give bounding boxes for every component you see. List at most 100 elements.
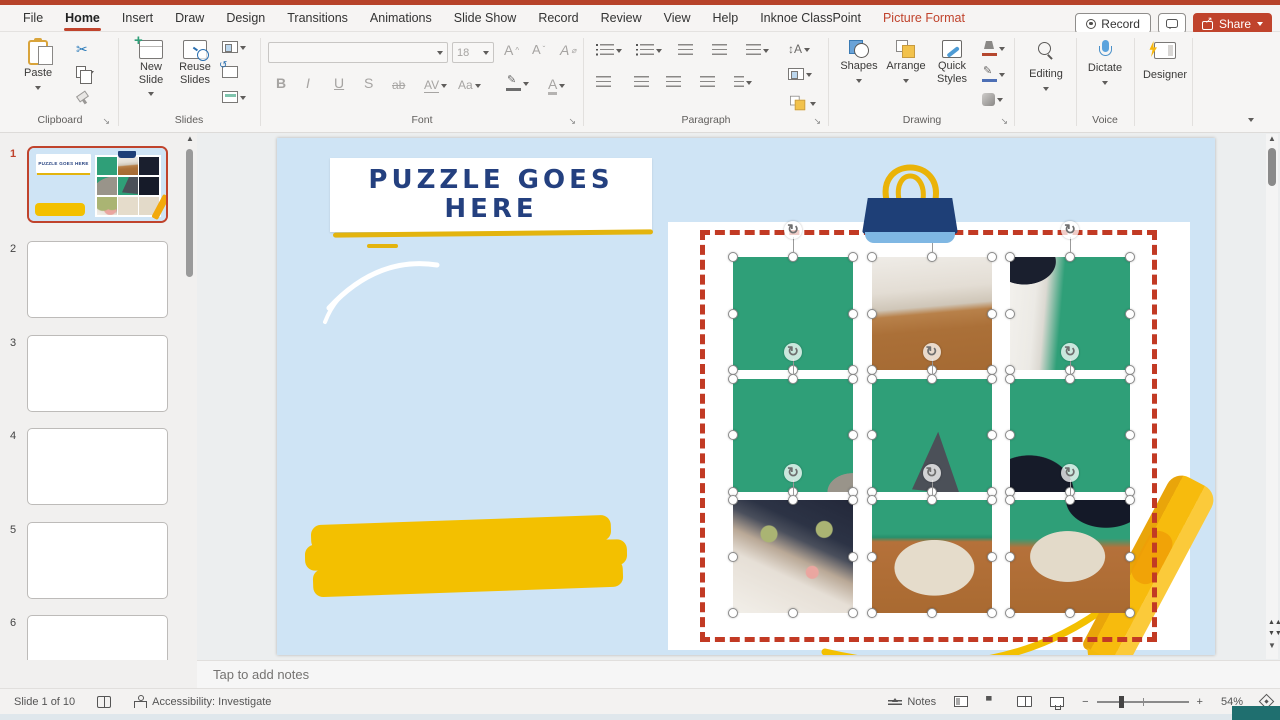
drawing-dialog-launcher[interactable]: ↘ [1000,116,1008,127]
slide-thumbnail-3[interactable] [27,335,168,412]
selection-handle[interactable] [1005,430,1015,440]
ribbon-tab-transitions[interactable]: Transitions [276,5,359,32]
puzzle-tile-7[interactable]: ↻ [728,464,858,618]
panel-scrollbar[interactable]: ▲ [185,135,194,658]
slide-thumbnail-6[interactable] [27,615,168,660]
ribbon-tab-slide-show[interactable]: Slide Show [443,5,528,32]
selection-handle[interactable] [926,495,937,505]
scroll-up-icon[interactable]: ▲ [186,135,194,143]
selection-handle[interactable] [848,495,858,505]
ribbon-tab-view[interactable]: View [653,5,702,32]
selection-handle[interactable] [728,551,738,562]
zoom-in-button[interactable]: + [1197,696,1203,708]
editing-button[interactable]: Editing [1024,42,1068,94]
selection-handle[interactable] [926,373,937,384]
ribbon-tab-draw[interactable]: Draw [164,5,215,32]
selection-handle[interactable] [1005,252,1015,262]
selection-handle[interactable] [728,430,738,440]
slide-thumbnail-5[interactable] [27,522,168,599]
spellcheck-icon[interactable] [97,695,112,708]
rotate-handle-icon[interactable]: ↻ [1061,342,1079,361]
selection-handle[interactable] [788,252,798,262]
zoom-out-button[interactable]: − [1082,696,1088,708]
selection-handle[interactable] [728,373,738,384]
clipboard-dialog-launcher[interactable]: ↘ [102,116,110,127]
rotate-handle-icon[interactable]: ↻ [784,342,802,361]
selection-handle[interactable] [866,373,877,384]
ribbon-tab-design[interactable]: Design [215,5,276,32]
selection-handle[interactable] [866,608,877,618]
selection-handle[interactable] [866,430,877,440]
selection-handle[interactable] [866,495,877,505]
selection-handle[interactable] [986,608,997,618]
paragraph-dialog-launcher[interactable]: ↘ [813,116,821,127]
selection-handle[interactable] [1125,430,1135,440]
slide-thumbnail-2[interactable] [27,241,168,318]
accessibility-status[interactable]: Accessibility: Investigate [133,695,271,708]
ribbon-tab-record[interactable]: Record [527,5,589,32]
ribbon-tab-home[interactable]: Home [54,5,111,32]
ribbon-tab-picture-format[interactable]: Picture Format [872,5,976,32]
rotate-handle-icon[interactable]: ↻ [1061,464,1079,482]
selection-handle[interactable] [1005,373,1015,384]
selection-handle[interactable] [986,308,997,319]
next-slide-button[interactable]: ▼▼ [1268,630,1280,637]
selection-handle[interactable] [848,551,858,562]
selection-handle[interactable] [866,252,877,262]
ribbon-tab-file[interactable]: File [12,5,54,32]
selection-handle[interactable] [1005,608,1015,618]
selection-handle[interactable] [926,608,937,618]
selection-handle[interactable] [1125,252,1135,262]
scroll-up-icon[interactable]: ▲ [1268,135,1276,143]
selection-handle[interactable] [1005,495,1015,505]
collapse-ribbon-button[interactable] [1248,112,1254,130]
selection-handle[interactable] [848,252,858,262]
notes-toggle-button[interactable]: Notes [888,696,936,708]
selection-handle[interactable] [986,373,997,384]
puzzle-tile-9[interactable]: ↻ [1005,464,1135,618]
font-dialog-launcher[interactable]: ↘ [568,116,576,127]
selection-handle[interactable] [788,495,798,505]
ribbon-tab-insert[interactable]: Insert [111,5,164,32]
record-button[interactable]: Record [1075,13,1151,34]
scrollbar-thumb[interactable] [1268,148,1276,186]
selection-handle[interactable] [1065,252,1075,262]
ribbon-tab-review[interactable]: Review [590,5,653,32]
zoom-slider-track[interactable] [1096,695,1189,708]
selection-handle[interactable] [848,308,858,319]
comments-button[interactable] [1157,13,1186,34]
selection-handle[interactable] [788,608,798,618]
selection-handle[interactable] [728,608,738,618]
rotate-handle-icon[interactable]: ↻ [784,464,802,482]
designer-button[interactable]: Designer [1140,42,1190,82]
ribbon-tab-inknoe-classpoint[interactable]: Inknoe ClassPoint [749,5,872,32]
title-placeholder[interactable]: PUZZLE GOES HERE [330,158,652,232]
selection-handle[interactable] [1125,551,1135,562]
selection-handle[interactable] [1125,373,1135,384]
selection-handle[interactable] [1125,608,1135,618]
vertical-scrollbar[interactable]: ▲ ▼ ▲▲ ▼▼ [1266,134,1280,659]
selection-handle[interactable] [986,252,997,262]
selection-handle[interactable] [1125,308,1135,319]
rotate-handle-icon[interactable]: ↻ [784,221,802,239]
slide-thumbnail-4[interactable] [27,428,168,505]
slide-canvas[interactable]: PUZZLE GOES HERE ↻↻↻↻↻↻↻↻↻ [277,138,1215,655]
selection-handle[interactable] [1005,551,1015,562]
selection-handle[interactable] [788,373,798,384]
slide-sorter-view-button[interactable] [986,696,992,701]
selection-handle[interactable] [866,308,877,319]
panel-scrollbar-thumb[interactable] [186,149,193,277]
scroll-down-icon[interactable]: ▼ [1268,642,1276,650]
selection-handle[interactable] [1065,608,1075,618]
selection-handle[interactable] [1065,373,1075,384]
reading-view-button[interactable] [1017,696,1033,707]
ribbon-tab-help[interactable]: Help [701,5,749,32]
ribbon-tab-animations[interactable]: Animations [359,5,443,32]
selection-handle[interactable] [848,608,858,618]
selection-handle[interactable] [926,252,937,262]
selection-handle[interactable] [986,430,997,440]
previous-slide-button[interactable]: ▲▲ [1268,619,1280,626]
selection-handle[interactable] [986,551,997,562]
selection-handle[interactable] [986,495,997,505]
puzzle-tile-8[interactable]: ↻ [866,464,997,618]
